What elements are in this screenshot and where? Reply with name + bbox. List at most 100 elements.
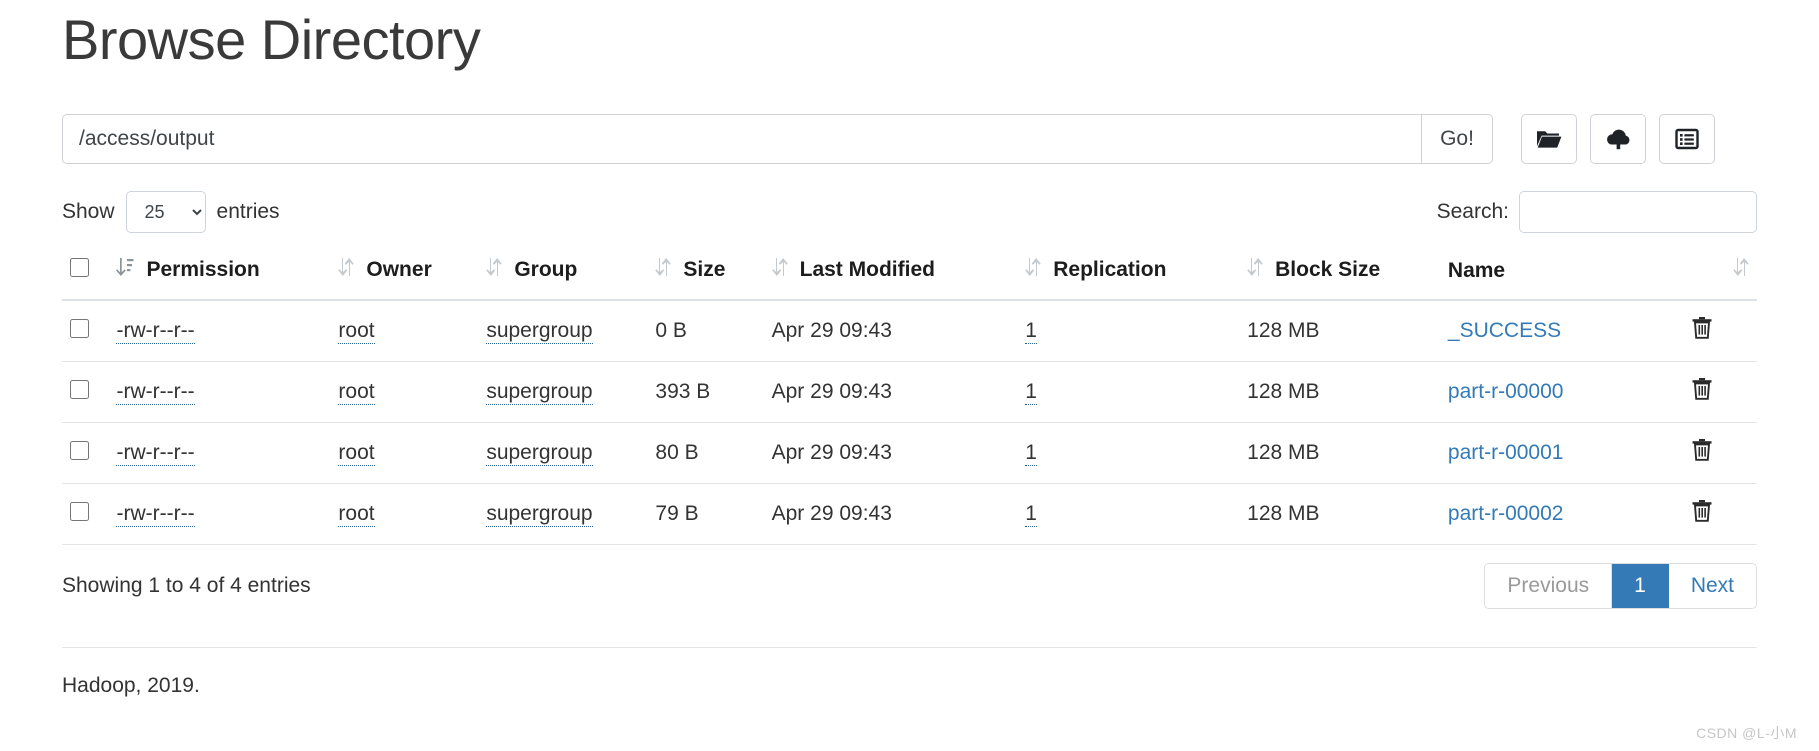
row-select-cell[interactable] [62,300,109,363]
group-link[interactable]: supergroup [486,380,593,406]
cell-group: supergroup [478,300,648,363]
footer-divider [62,647,1757,649]
cell-last-modified: Apr 29 09:43 [763,300,1018,363]
search-control: Search: [1437,191,1757,234]
row-select-cell[interactable] [62,483,109,546]
cell-group: supergroup [478,483,648,546]
owner-link[interactable]: root [338,441,375,467]
table-row: -rw-r--r-- root supergroup 0 B Apr 29 09… [62,300,1757,363]
row-select-cell[interactable] [62,361,109,424]
page-length-select[interactable]: 25 [125,191,206,234]
group-link[interactable]: supergroup [486,502,593,528]
owner-link[interactable]: root [338,502,375,528]
permission-link[interactable]: -rw-r--r-- [116,380,195,406]
delete-button[interactable] [1691,499,1713,523]
trash-icon [1691,439,1713,465]
pagination-previous[interactable]: Previous [1485,564,1613,609]
column-label-name: Name [1447,259,1506,283]
permission-link[interactable]: -rw-r--r-- [116,319,195,345]
search-input[interactable] [1519,191,1757,234]
datatable-footer: Showing 1 to 4 of 4 entries Previous 1 N… [62,563,1757,610]
cell-replication: 1 [1017,361,1240,424]
cell-actions [1682,361,1757,424]
file-name-link[interactable]: _SUCCESS [1448,319,1561,342]
row-checkbox[interactable] [70,379,89,399]
delete-button[interactable] [1691,377,1713,401]
cell-size: 80 B [647,422,764,485]
show-label: Show [62,200,115,224]
table-row: -rw-r--r-- root supergroup 393 B Apr 29 … [62,361,1757,424]
cell-name: part-r-00000 [1439,361,1683,424]
group-link[interactable]: supergroup [486,441,593,467]
entries-info: Showing 1 to 4 of 4 entries [62,574,311,598]
delete-button[interactable] [1691,438,1713,462]
cell-owner: root [330,422,479,485]
replication-link[interactable]: 1 [1025,441,1037,467]
cell-owner: root [330,300,479,363]
path-input[interactable] [62,114,1421,165]
column-header-replication[interactable]: Replication [1017,247,1240,302]
snapshot-button[interactable] [1659,114,1715,165]
column-header-block-size[interactable]: Block Size [1239,247,1440,302]
file-name-link[interactable]: part-r-00001 [1448,441,1564,464]
permission-link[interactable]: -rw-r--r-- [116,502,195,528]
column-label-owner: Owner [366,258,432,282]
cell-last-modified: Apr 29 09:43 [763,361,1018,424]
column-label-permission: Permission [146,258,260,282]
row-checkbox[interactable] [70,501,89,521]
group-link[interactable]: supergroup [486,319,593,345]
column-header-select-all[interactable] [62,247,109,302]
replication-link[interactable]: 1 [1025,319,1037,345]
sort-icon [1247,257,1263,283]
sort-icon [338,257,355,283]
cell-block-size: 128 MB [1239,422,1440,485]
row-checkbox[interactable] [70,318,89,338]
cell-owner: root [330,361,479,424]
owner-link[interactable]: root [338,380,375,406]
file-name-link[interactable]: part-r-00002 [1448,502,1564,525]
pagination-next[interactable]: Next [1668,564,1756,609]
file-name-link[interactable]: part-r-00000 [1448,380,1564,403]
cell-actions [1682,483,1757,546]
column-label-block-size: Block Size [1275,258,1381,282]
cell-name: part-r-00002 [1439,483,1683,546]
cell-permission: -rw-r--r-- [108,422,331,485]
select-all-checkbox[interactable] [70,258,89,278]
column-header-size[interactable]: Size [647,247,764,302]
create-directory-button[interactable] [1521,114,1577,165]
sort-icon [655,257,672,283]
go-button[interactable]: Go! [1421,114,1493,165]
column-header-permission[interactable]: Permission [108,247,331,302]
cell-replication: 1 [1017,422,1240,485]
trash-icon [1691,317,1713,343]
table-row: -rw-r--r-- root supergroup 79 B Apr 29 0… [62,483,1757,546]
replication-link[interactable]: 1 [1025,502,1037,528]
cell-block-size: 128 MB [1239,483,1440,546]
owner-link[interactable]: root [338,319,375,345]
upload-button[interactable] [1590,114,1646,165]
pagination: Previous 1 Next [1484,563,1757,610]
table-row: -rw-r--r-- root supergroup 80 B Apr 29 0… [62,422,1757,485]
row-checkbox[interactable] [70,440,89,460]
column-header-name[interactable]: Name [1439,247,1683,302]
replication-link[interactable]: 1 [1025,380,1037,406]
browse-directory-page: Browse Directory Go! [0,0,1819,751]
delete-button[interactable] [1691,316,1713,340]
column-header-last-modified[interactable]: Last Modified [763,247,1018,302]
list-alt-icon [1675,128,1699,150]
sort-icon [486,257,503,283]
column-header-group[interactable]: Group [478,247,648,302]
datatable-controls: Show 25 entries Search: [62,191,1757,234]
cell-size: 0 B [647,300,764,363]
row-select-cell[interactable] [62,422,109,485]
permission-link[interactable]: -rw-r--r-- [116,441,195,467]
folder-open-icon [1536,128,1562,150]
page-title: Browse Directory [62,8,481,71]
path-input-group: Go! [62,114,1493,165]
sort-icon [771,257,788,283]
column-header-owner[interactable]: Owner [330,247,479,302]
pagination-page-1[interactable]: 1 [1612,564,1669,609]
cell-size: 79 B [647,483,764,546]
cell-owner: root [330,483,479,546]
sort-icon [1025,257,1041,283]
